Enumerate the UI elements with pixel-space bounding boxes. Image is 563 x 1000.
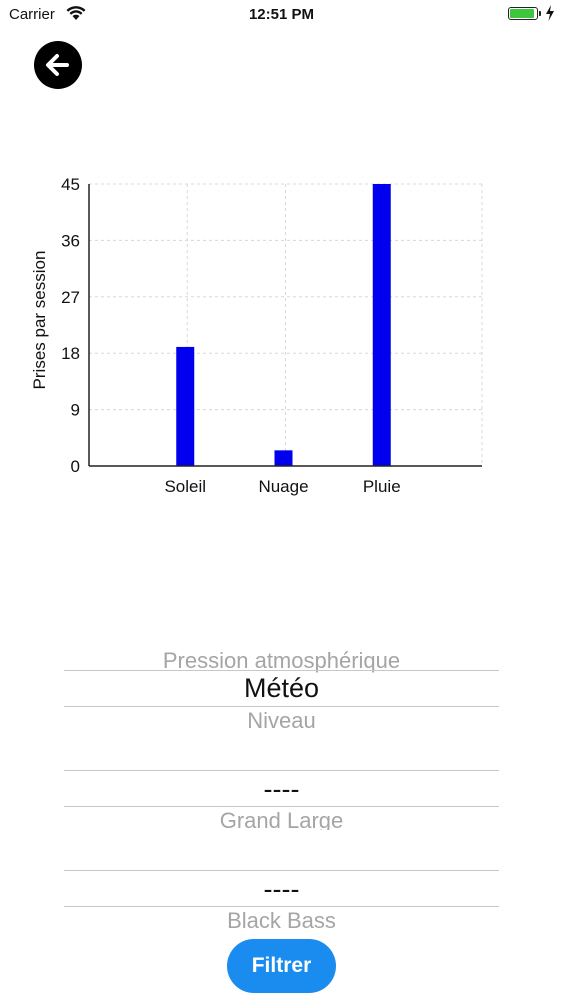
x-tick-label: Soleil [164, 477, 206, 496]
picker-option-selected[interactable]: ---- [64, 874, 499, 905]
picker-category[interactable]: Pression atmosphérique Météo Niveau [64, 650, 499, 730]
battery-icon [508, 7, 538, 20]
picker-option-below[interactable]: Niveau [64, 708, 499, 730]
filter-button[interactable]: Filtrer [227, 939, 336, 993]
charging-bolt-icon [546, 5, 554, 21]
status-bar: Carrier 12:51 PM [0, 0, 563, 30]
clock: 12:51 PM [248, 6, 315, 23]
y-tick-label: 45 [61, 175, 80, 194]
y-tick-label: 27 [61, 288, 80, 307]
picker-species[interactable]: ---- Black Bass [64, 850, 499, 930]
picker-option-selected[interactable]: ---- [64, 774, 499, 805]
bar-pluie [372, 184, 391, 466]
y-tick-label: 36 [61, 231, 80, 250]
arrow-left-icon [46, 54, 69, 76]
y-tick-label: 0 [71, 457, 80, 476]
x-tick-label: Nuage [258, 477, 308, 496]
bar-chart: 0 9 18 27 36 45 Soleil Nuage Pluie Prises par ses… [30, 175, 483, 496]
bar-nuage [274, 450, 293, 466]
picker-option-below[interactable]: Grand Large [64, 808, 499, 830]
picker-option-below[interactable]: Black Bass [64, 908, 499, 930]
battery-tip [539, 11, 541, 16]
y-tick-label: 18 [61, 344, 80, 363]
y-tick-label: 9 [71, 401, 80, 420]
picker-value[interactable]: ---- Grand Large [64, 750, 499, 830]
y-axis-label: Prises par session [30, 251, 49, 390]
back-button[interactable] [34, 41, 82, 89]
picker-option-selected[interactable]: Météo [64, 673, 499, 704]
bar-soleil [176, 346, 195, 466]
x-tick-label: Pluie [363, 477, 401, 496]
